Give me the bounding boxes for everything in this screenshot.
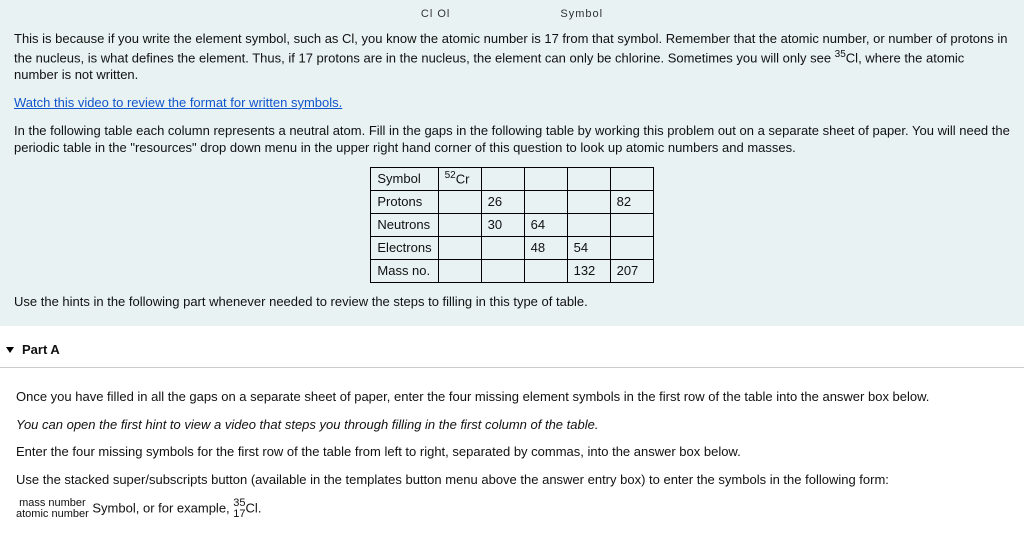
part-a-body: Once you have filled in all the gaps on … — [0, 368, 1024, 534]
cell-empty — [610, 213, 653, 236]
intro-paragraph-1: This is because if you write the element… — [14, 30, 1010, 84]
cell-empty — [567, 190, 610, 213]
hint-line: Use the hints in the following part when… — [14, 293, 1010, 311]
iso-superscript: 35 — [835, 49, 846, 60]
row-label-electrons: Electrons — [371, 236, 438, 259]
symbol-sup: 52 — [445, 170, 456, 181]
cell-empty — [524, 167, 567, 190]
iso-symbol: Cl — [846, 50, 858, 65]
table-row: Mass no. 132 207 — [371, 259, 653, 282]
cutoff-left: Cl Ol — [421, 8, 450, 20]
ex-sub: 17 — [233, 509, 245, 520]
symbol-el: Cr — [456, 172, 470, 187]
video-link-row: Watch this video to review the format fo… — [14, 94, 1010, 112]
row-label-massno: Mass no. — [371, 259, 438, 282]
cell-empty — [610, 167, 653, 190]
cutoff-header: Cl Ol Symbol — [14, 8, 1010, 20]
cutoff-right: Symbol — [560, 8, 603, 20]
cell-mass-207: 207 — [610, 259, 653, 282]
isotope-table: Symbol 52Cr Protons 26 82 Neutrons 30 64… — [370, 167, 653, 283]
cell-empty — [610, 236, 653, 259]
table-row: Protons 26 82 — [371, 190, 653, 213]
cell-empty — [481, 236, 524, 259]
row-label-symbol: Symbol — [371, 167, 438, 190]
ex-sym: Cl — [246, 501, 258, 516]
row-label-neutrons: Neutrons — [371, 213, 438, 236]
parta-p3: Enter the four missing symbols for the f… — [16, 443, 1008, 461]
cell-empty — [481, 167, 524, 190]
example-iso: 3517 — [233, 498, 245, 520]
cell-empty — [524, 259, 567, 282]
cell-symbol-1: 52Cr — [438, 167, 481, 190]
row-label-protons: Protons — [371, 190, 438, 213]
frac-bot: atomic number — [16, 509, 89, 520]
table-row: Electrons 48 54 — [371, 236, 653, 259]
stacked-fraction: mass number atomic number — [16, 498, 89, 520]
cell-protons-82: 82 — [610, 190, 653, 213]
caret-down-icon — [6, 347, 14, 353]
intro-paragraph-2: In the following table each column repre… — [14, 122, 1010, 157]
table-row: Neutrons 30 64 — [371, 213, 653, 236]
cell-empty — [438, 213, 481, 236]
intro-panel: Cl Ol Symbol This is because if you writ… — [0, 0, 1024, 326]
parta-p2: You can open the first hint to view a vi… — [16, 416, 1008, 434]
parta-p1: Once you have filled in all the gaps on … — [16, 388, 1008, 406]
cell-empty — [438, 259, 481, 282]
cell-empty — [524, 190, 567, 213]
video-link[interactable]: Watch this video to review the format fo… — [14, 95, 342, 110]
cell-empty — [481, 259, 524, 282]
cell-mass-132: 132 — [567, 259, 610, 282]
cell-empty — [438, 190, 481, 213]
cell-neutrons-30: 30 — [481, 213, 524, 236]
cell-electrons-48: 48 — [524, 236, 567, 259]
cell-empty — [567, 167, 610, 190]
cell-protons-26: 26 — [481, 190, 524, 213]
cell-empty — [438, 236, 481, 259]
cell-empty — [567, 213, 610, 236]
after-frac-text: Symbol, or for example, — [92, 501, 233, 516]
part-a-label: Part A — [22, 342, 60, 357]
parta-p4: Use the stacked super/subscripts button … — [16, 471, 1008, 489]
ex-period: . — [258, 501, 262, 516]
parta-example: mass number atomic number Symbol, or for… — [16, 498, 1008, 520]
table-row: Symbol 52Cr — [371, 167, 653, 190]
cell-neutrons-64: 64 — [524, 213, 567, 236]
cell-electrons-54: 54 — [567, 236, 610, 259]
part-a-header[interactable]: Part A — [0, 332, 1024, 368]
